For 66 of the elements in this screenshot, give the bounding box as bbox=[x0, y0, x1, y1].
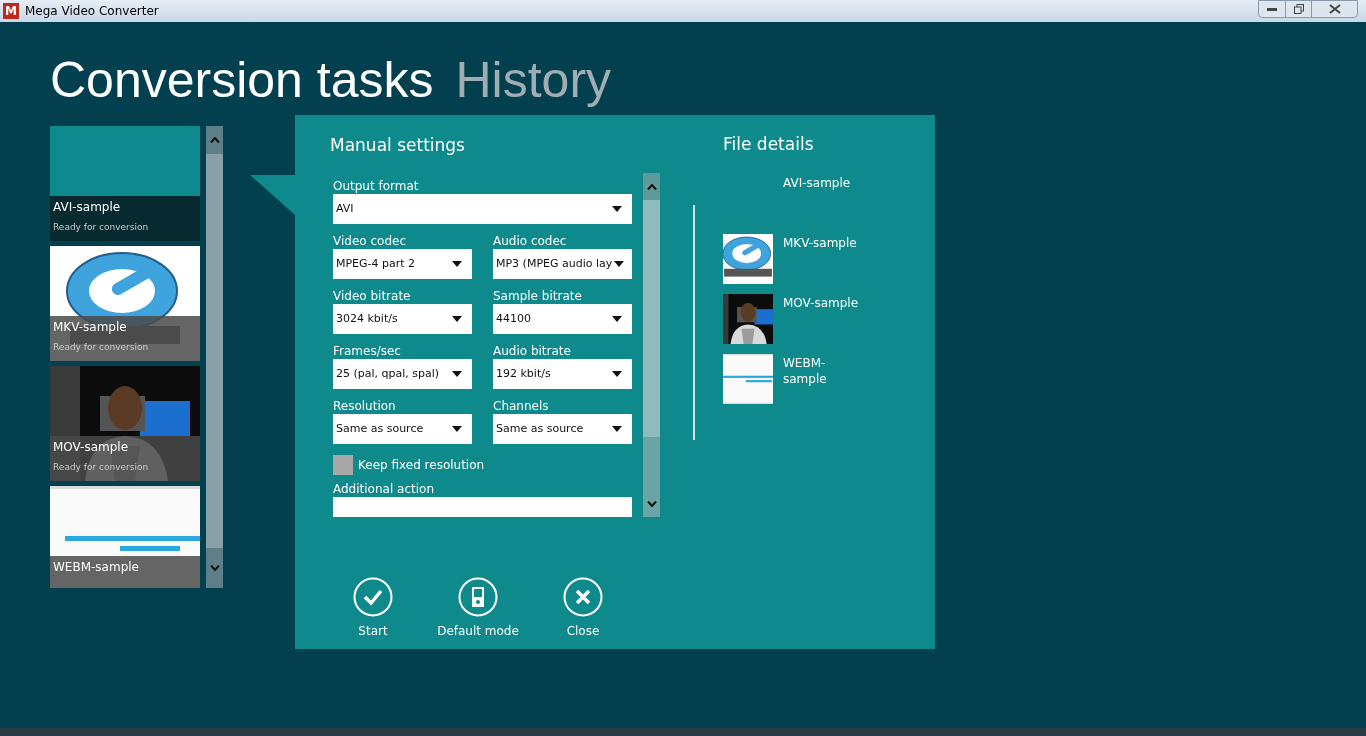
caret-icon bbox=[452, 261, 462, 267]
dropdown[interactable]: 192 kbit/s bbox=[493, 359, 632, 389]
task-card[interactable]: MKV-sample Ready for conversion bbox=[50, 246, 200, 361]
caret-icon bbox=[612, 426, 622, 432]
scroll-down-icon bbox=[646, 500, 657, 507]
dropdown[interactable]: 44100 bbox=[493, 304, 632, 334]
caret-icon bbox=[612, 316, 622, 322]
close-icon bbox=[563, 577, 603, 617]
field-label: Video codec bbox=[333, 234, 407, 248]
checkbox[interactable] bbox=[333, 455, 353, 475]
caret-icon bbox=[612, 371, 622, 377]
scroll-up-icon bbox=[646, 183, 657, 190]
close-icon bbox=[1328, 4, 1341, 14]
task-status: Ready for conversion bbox=[53, 221, 150, 233]
caret-icon bbox=[612, 206, 622, 212]
file-name[interactable]: AVI-sample bbox=[783, 175, 863, 191]
field-label: Frames/sec bbox=[333, 344, 402, 358]
field-label: Audio codec bbox=[493, 234, 568, 248]
dropdown[interactable]: Same as source bbox=[493, 414, 632, 444]
task-name: WEBM-sample bbox=[53, 560, 140, 575]
scrollbar-thumb[interactable] bbox=[643, 200, 660, 437]
minimize-icon bbox=[1267, 7, 1277, 11]
task-name: AVI-sample bbox=[53, 200, 122, 215]
task-card[interactable]: AVI-sample Ready for conversion bbox=[50, 126, 200, 241]
dropdown[interactable]: 25 (pal, qpal, spal) bbox=[333, 359, 472, 389]
task-status: Ready for conversion bbox=[53, 341, 150, 353]
field-label: Additional action bbox=[333, 482, 435, 496]
file-name[interactable]: MOV-sample bbox=[783, 295, 863, 311]
scrollbar[interactable] bbox=[643, 173, 660, 517]
task-name: MKV-sample bbox=[53, 320, 128, 335]
field-label: Sample bitrate bbox=[493, 289, 583, 303]
window-title: Mega Video Converter bbox=[25, 3, 159, 20]
checkbox-label: Keep fixed resolution bbox=[358, 457, 485, 474]
field-label: Resolution bbox=[333, 399, 397, 413]
task-name: MOV-sample bbox=[53, 440, 130, 455]
dropdown[interactable]: MPEG-4 part 2 bbox=[333, 249, 472, 279]
field-label: Channels bbox=[493, 399, 550, 413]
task-card[interactable]: WEBM-sample bbox=[50, 486, 200, 588]
heading-tab[interactable]: Conversion tasks bbox=[50, 50, 434, 110]
action-button[interactable]: Start bbox=[323, 577, 423, 640]
caret-icon bbox=[452, 316, 462, 322]
field-label: Video bitrate bbox=[333, 289, 412, 303]
task-card[interactable]: MOV-sample Ready for conversion bbox=[50, 366, 200, 481]
file-name[interactable]: MKV-sample bbox=[783, 235, 863, 251]
scroll-down-icon bbox=[209, 565, 220, 571]
heading-tab[interactable]: History bbox=[455, 50, 612, 110]
check-icon bbox=[353, 577, 393, 617]
dropdown[interactable]: 3024 kbit/s bbox=[333, 304, 472, 334]
field-label: Output format bbox=[333, 179, 420, 193]
task-status: Ready for conversion bbox=[53, 461, 150, 473]
field-label: Audio bitrate bbox=[493, 344, 572, 358]
section-title: File details bbox=[723, 133, 814, 155]
scroll-up-icon bbox=[209, 137, 220, 143]
action-button[interactable]: Default mode bbox=[428, 577, 528, 640]
restore-icon bbox=[1293, 4, 1304, 14]
media-player-icon bbox=[458, 577, 498, 617]
caret-icon bbox=[452, 426, 462, 432]
caret-icon bbox=[614, 261, 625, 267]
dropdown[interactable]: AVI bbox=[333, 194, 632, 224]
dropdown[interactable]: MP3 (MPEG audio lay bbox=[493, 249, 632, 279]
caret-icon bbox=[452, 371, 462, 377]
section-title: Manual settings bbox=[330, 134, 466, 157]
dropdown[interactable]: Same as source bbox=[333, 414, 472, 444]
file-name[interactable]: WEBM-sample bbox=[783, 355, 863, 387]
action-button[interactable]: Close bbox=[533, 577, 633, 640]
app-icon: M bbox=[3, 3, 19, 19]
